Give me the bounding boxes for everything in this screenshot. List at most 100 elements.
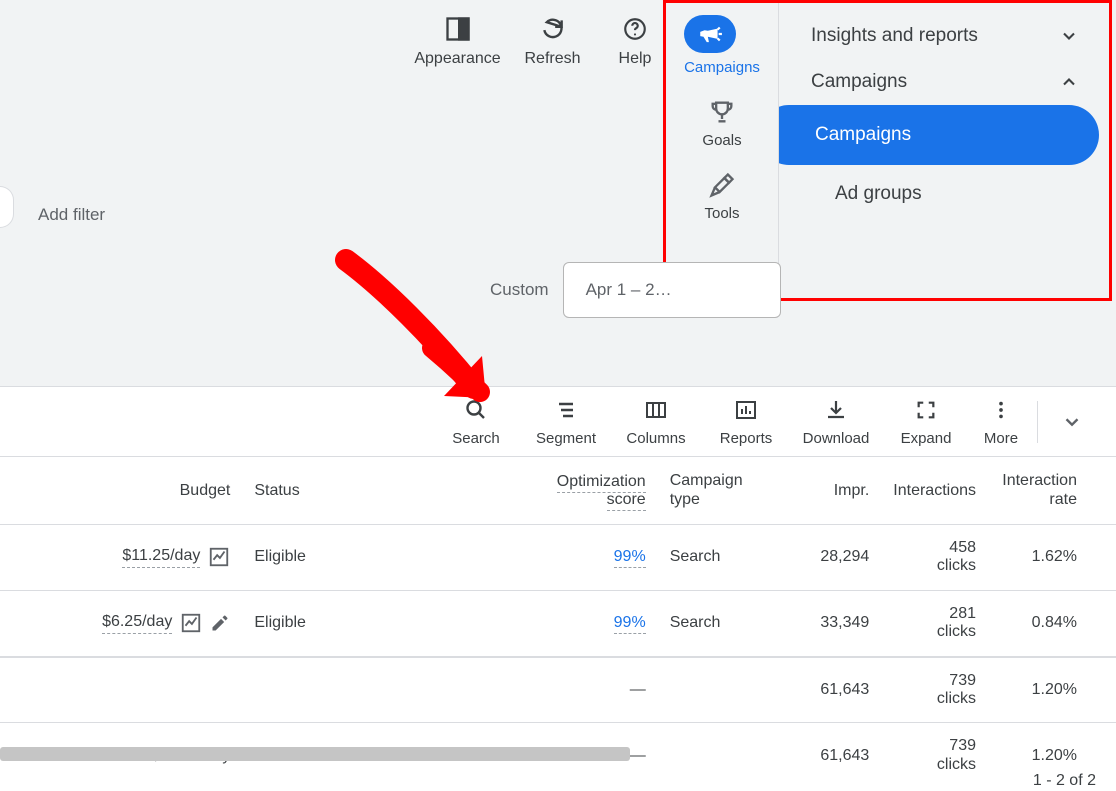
cell-spacer: [1089, 590, 1116, 656]
pagination-label: 1 - 2 of 2: [1033, 772, 1096, 790]
date-range-row: Custom Apr 1 – 2…: [490, 262, 781, 318]
megaphone-icon: [684, 15, 736, 53]
help-button[interactable]: Help: [600, 0, 670, 68]
cell-interactions: 281clicks: [881, 590, 988, 656]
download-icon: [791, 396, 881, 424]
date-range-value: Apr 1 – 2…: [586, 280, 672, 300]
cell-spacer: [1089, 657, 1116, 723]
nav-rail: Campaigns Goals Tools: [666, 3, 779, 298]
nav-rail-campaigns-label: Campaigns: [684, 59, 760, 76]
nav-rail-campaigns[interactable]: Campaigns: [684, 15, 760, 76]
expand-icon: [881, 396, 971, 424]
cell-impr: 61,643: [781, 657, 881, 723]
header-campaign-type[interactable]: Campaigntype: [658, 457, 782, 525]
pencil-icon[interactable]: [210, 613, 230, 633]
chevron-up-icon: [1059, 72, 1079, 92]
cell-ctype: Search: [658, 525, 782, 591]
cell-impr: 28,294: [781, 525, 881, 591]
table-row[interactable]: — 61,643739clicks1.20%: [0, 657, 1116, 723]
header-status[interactable]: Status: [242, 457, 536, 525]
chart-icon[interactable]: [180, 612, 202, 634]
cell-ctype: [658, 723, 782, 788]
table-reports-label: Reports: [701, 430, 791, 447]
horizontal-scrollbar[interactable]: [0, 747, 630, 761]
nav-rail-goals-label: Goals: [702, 132, 741, 149]
submenu-adgroups[interactable]: Ad groups: [779, 165, 1109, 223]
submenu-campaigns-selected[interactable]: Campaigns: [779, 105, 1099, 165]
cell-opt: 99%: [537, 525, 658, 591]
table-row[interactable]: $6.25/dayEligible99%Search33,349281click…: [0, 590, 1116, 656]
header-interaction-rate[interactable]: Interactionrate: [988, 457, 1089, 525]
header-spacer: [1089, 457, 1116, 525]
submenu-insights[interactable]: Insights and reports: [779, 13, 1109, 59]
table-search-label: Search: [431, 430, 521, 447]
chart-icon[interactable]: [208, 546, 230, 568]
table-expand-label: Expand: [881, 430, 971, 447]
filter-pill-edge[interactable]: [0, 186, 14, 228]
table-more-label: More: [971, 430, 1031, 447]
segment-icon: [521, 396, 611, 424]
cell-ctype: Search: [658, 590, 782, 656]
trophy-icon: [708, 98, 736, 126]
more-icon: [971, 396, 1031, 424]
help-icon: [600, 12, 670, 46]
cell-status: [242, 657, 536, 723]
campaigns-table: Budget Status Optimizationscore Campaign…: [0, 456, 1116, 788]
submenu-campaigns-label: Campaigns: [811, 71, 907, 93]
highlighted-nav-panel: Campaigns Goals Tools Insights and repor…: [663, 0, 1112, 301]
table-download-label: Download: [791, 430, 881, 447]
table-more-button[interactable]: More: [971, 396, 1031, 447]
header-budget[interactable]: Budget: [0, 457, 242, 525]
submenu-adgroups-label: Ad groups: [835, 183, 922, 204]
cell-budget: $11.25/day: [0, 525, 242, 591]
table-download-button[interactable]: Download: [791, 396, 881, 447]
submenu-insights-label: Insights and reports: [811, 25, 978, 47]
table-search-button[interactable]: Search: [431, 396, 521, 447]
reports-icon: [701, 396, 791, 424]
search-icon: [431, 396, 521, 424]
nav-rail-goals[interactable]: Goals: [702, 98, 741, 149]
date-range-picker[interactable]: Apr 1 – 2…: [563, 262, 781, 318]
cell-ctype: [658, 657, 782, 723]
table-row[interactable]: $11.25/dayEligible99%Search28,294458clic…: [0, 525, 1116, 591]
header-impr[interactable]: Impr.: [781, 457, 881, 525]
table-expand-button[interactable]: Expand: [881, 396, 971, 447]
table-collapse-button[interactable]: [1044, 408, 1100, 436]
help-label: Help: [600, 50, 670, 68]
cell-impr: 33,349: [781, 590, 881, 656]
appearance-icon: [410, 12, 505, 46]
refresh-button[interactable]: Refresh: [505, 0, 600, 68]
cell-irate: 1.20%: [988, 657, 1089, 723]
submenu-campaigns[interactable]: Campaigns: [779, 59, 1109, 105]
date-range-custom-label: Custom: [490, 280, 549, 300]
header-optimization[interactable]: Optimizationscore: [537, 457, 658, 525]
submenu-selected-label: Campaigns: [815, 124, 911, 146]
cell-interactions: 739clicks: [881, 657, 988, 723]
refresh-label: Refresh: [505, 50, 600, 68]
table-columns-button[interactable]: Columns: [611, 396, 701, 447]
cell-impr: 61,643: [781, 723, 881, 788]
cell-budget: $6.25/day: [0, 590, 242, 656]
nav-rail-tools[interactable]: Tools: [704, 171, 739, 222]
table-segment-button[interactable]: Segment: [521, 396, 611, 447]
chevron-down-icon: [1044, 408, 1100, 436]
table-toolbar: Search Segment Columns Reports Download …: [0, 386, 1116, 456]
header-interactions[interactable]: Interactions: [881, 457, 988, 525]
tools-icon: [708, 171, 736, 199]
chevron-down-icon: [1059, 26, 1079, 46]
cell-status: Eligible: [242, 525, 536, 591]
appearance-button[interactable]: Appearance: [410, 0, 505, 68]
table-reports-button[interactable]: Reports: [701, 396, 791, 447]
budget-value: $6.25/day: [102, 613, 172, 634]
nav-rail-tools-label: Tools: [704, 205, 739, 222]
cell-interactions: 739clicks: [881, 723, 988, 788]
cell-opt: —: [537, 657, 658, 723]
nav-submenu: Insights and reports Campaigns Campaigns…: [779, 3, 1109, 298]
table-columns-label: Columns: [611, 430, 701, 447]
table-segment-label: Segment: [521, 430, 611, 447]
table-header-row: Budget Status Optimizationscore Campaign…: [0, 457, 1116, 525]
appearance-label: Appearance: [410, 50, 505, 68]
add-filter-button[interactable]: Add filter: [38, 205, 105, 225]
submenu-selected-wrap: Campaigns: [779, 105, 1109, 165]
cell-irate: 1.62%: [988, 525, 1089, 591]
